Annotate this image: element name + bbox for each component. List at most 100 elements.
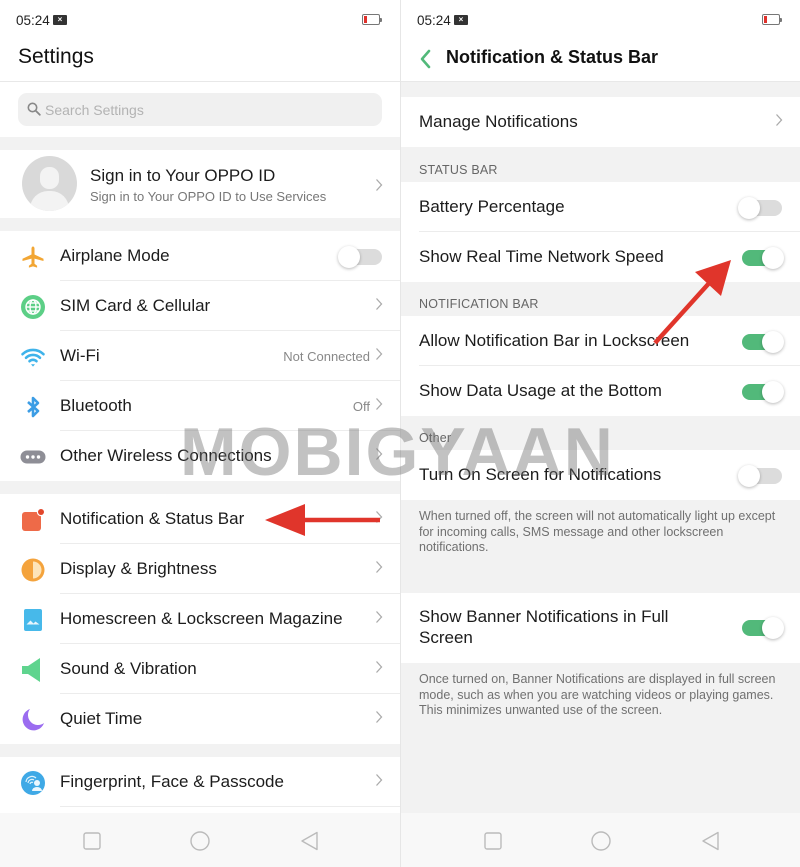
connectivity-group: Airplane Mode SIM Card & Cellular Wi-Fi … [0,231,400,481]
more-dots-icon [20,450,46,464]
settings-row-sound-vibration[interactable]: Sound & Vibration [0,644,400,694]
chevron-right-icon [376,398,383,410]
status-bar: 05:24 × [401,0,800,38]
row-label: SIM Card & Cellular [60,296,211,315]
moon-icon [22,709,44,731]
row-label: Show Real Time Network Speed [419,247,664,266]
notification-icon [22,507,46,531]
banner-fullscreen-note: Once turned on, Banner Notifications are… [419,672,776,717]
section-header-notification-bar: NOTIFICATION BAR [419,297,539,311]
manage-notifications-row[interactable]: Manage Notifications [401,97,800,147]
account-title: Sign in to Your OPPO ID [90,166,276,185]
recents-square-icon[interactable] [483,831,503,851]
chevron-right-icon [376,179,383,191]
airplane-mode-toggle[interactable] [338,246,382,268]
row-label: Display & Brightness [60,559,217,578]
banner-group: Show Banner Notifications in Full Screen [401,593,800,663]
row-label: Other Wireless Connections [60,446,272,465]
status-bar-group: Battery Percentage Show Real Time Networ… [401,182,800,282]
wifi-status: Not Connected [283,348,370,364]
home-circle-icon[interactable] [190,831,210,851]
row-label: Show Banner Notifications in Full Screen [419,607,669,647]
search-input[interactable] [45,93,345,126]
page-title: Notification & Status Bar [446,47,659,67]
settings-row-notification-status-bar[interactable]: Notification & Status Bar [0,494,400,544]
x-box-icon: × [454,15,468,25]
banner-fullscreen-toggle[interactable] [738,617,784,639]
settings-row-quiet-time[interactable]: Quiet Time [0,694,400,744]
bluetooth-icon [27,396,40,418]
status-time: 05:24 [417,13,451,28]
settings-row-wifi[interactable]: Wi-Fi Not Connected [0,331,400,381]
battery-icon [762,14,782,25]
settings-row-display-brightness[interactable]: Display & Brightness [0,544,400,594]
banner-fullscreen-row[interactable]: Show Banner Notifications in Full Screen [401,593,800,663]
back-triangle-icon[interactable] [701,831,721,851]
speaker-icon [22,658,40,682]
notification-status-bar-screen: 05:24 × Notification & Status Bar Manage… [400,0,800,867]
chevron-right-icon [376,711,383,723]
turn-on-screen-toggle[interactable] [738,465,782,487]
navigation-bar [0,813,400,867]
bluetooth-status: Off [352,398,370,414]
navigation-bar [401,813,800,867]
settings-row-fingerprint[interactable]: Fingerprint, Face & Passcode [0,757,400,807]
x-box-icon: × [53,15,67,25]
back-triangle-icon[interactable] [300,831,320,851]
battery-percentage-toggle[interactable] [738,197,782,219]
row-label: Wi-Fi [60,346,100,365]
lockscreen-notification-toggle[interactable] [738,331,784,353]
turn-on-screen-row[interactable]: Turn On Screen for Notifications [401,450,800,500]
screen-header: Notification & Status Bar [401,38,800,82]
row-label: Notification & Status Bar [60,509,245,528]
lockscreen-notification-row[interactable]: Allow Notification Bar in Lockscreen [401,316,800,366]
avatar [22,156,77,211]
row-label: Bluetooth [60,396,132,415]
security-group: Fingerprint, Face & Passcode [0,757,400,813]
search-icon [27,102,41,116]
search-bar[interactable] [18,93,382,126]
row-label: Quiet Time [60,709,143,728]
data-usage-toggle[interactable] [738,381,784,403]
chevron-right-icon [376,298,383,310]
chevron-right-icon [776,114,783,126]
globe-icon [21,295,45,319]
row-label: Sound & Vibration [60,659,197,678]
status-bar: 05:24 × [0,0,400,38]
row-label: Fingerprint, Face & Passcode [60,772,284,791]
section-header-other: Other [419,431,452,445]
row-label: Allow Notification Bar in Lockscreen [419,331,690,350]
settings-row-sim-card[interactable]: SIM Card & Cellular [0,281,400,331]
oppo-id-row[interactable]: Sign in to Your OPPO ID Sign in to Your … [0,150,400,218]
settings-row-bluetooth[interactable]: Bluetooth Off [0,381,400,431]
row-label: Airplane Mode [60,246,170,265]
manage-notifications-group: Manage Notifications [401,97,800,147]
back-arrow-icon[interactable] [417,48,437,70]
row-label: Show Data Usage at the Bottom [419,381,662,400]
wifi-icon [21,348,45,367]
screen-on-group: Turn On Screen for Notifications [401,450,800,500]
network-speed-toggle[interactable] [738,247,784,269]
account-subtitle: Sign in to Your OPPO ID to Use Services [90,189,327,204]
airplane-icon [22,246,44,268]
section-header-status-bar: STATUS BAR [419,163,498,177]
battery-percentage-row[interactable]: Battery Percentage [401,182,800,232]
chevron-right-icon [376,348,383,360]
home-circle-icon[interactable] [591,831,611,851]
chevron-right-icon [376,774,383,786]
personalization-group: Notification & Status Bar Display & Brig… [0,494,400,744]
settings-header: Settings [0,38,400,82]
status-time: 05:24 [16,13,50,28]
settings-row-homescreen-magazine[interactable]: Homescreen & Lockscreen Magazine [0,594,400,644]
page-title: Settings [18,45,94,68]
recents-square-icon[interactable] [82,831,102,851]
settings-row-other-wireless[interactable]: Other Wireless Connections [0,431,400,481]
search-bar-container [0,82,400,137]
network-speed-row[interactable]: Show Real Time Network Speed [401,232,800,282]
settings-row-airplane-mode[interactable]: Airplane Mode [0,231,400,281]
row-label: Turn On Screen for Notifications [419,465,662,484]
chevron-right-icon [376,448,383,460]
data-usage-row[interactable]: Show Data Usage at the Bottom [401,366,800,416]
chevron-right-icon [376,661,383,673]
chevron-right-icon [376,561,383,573]
